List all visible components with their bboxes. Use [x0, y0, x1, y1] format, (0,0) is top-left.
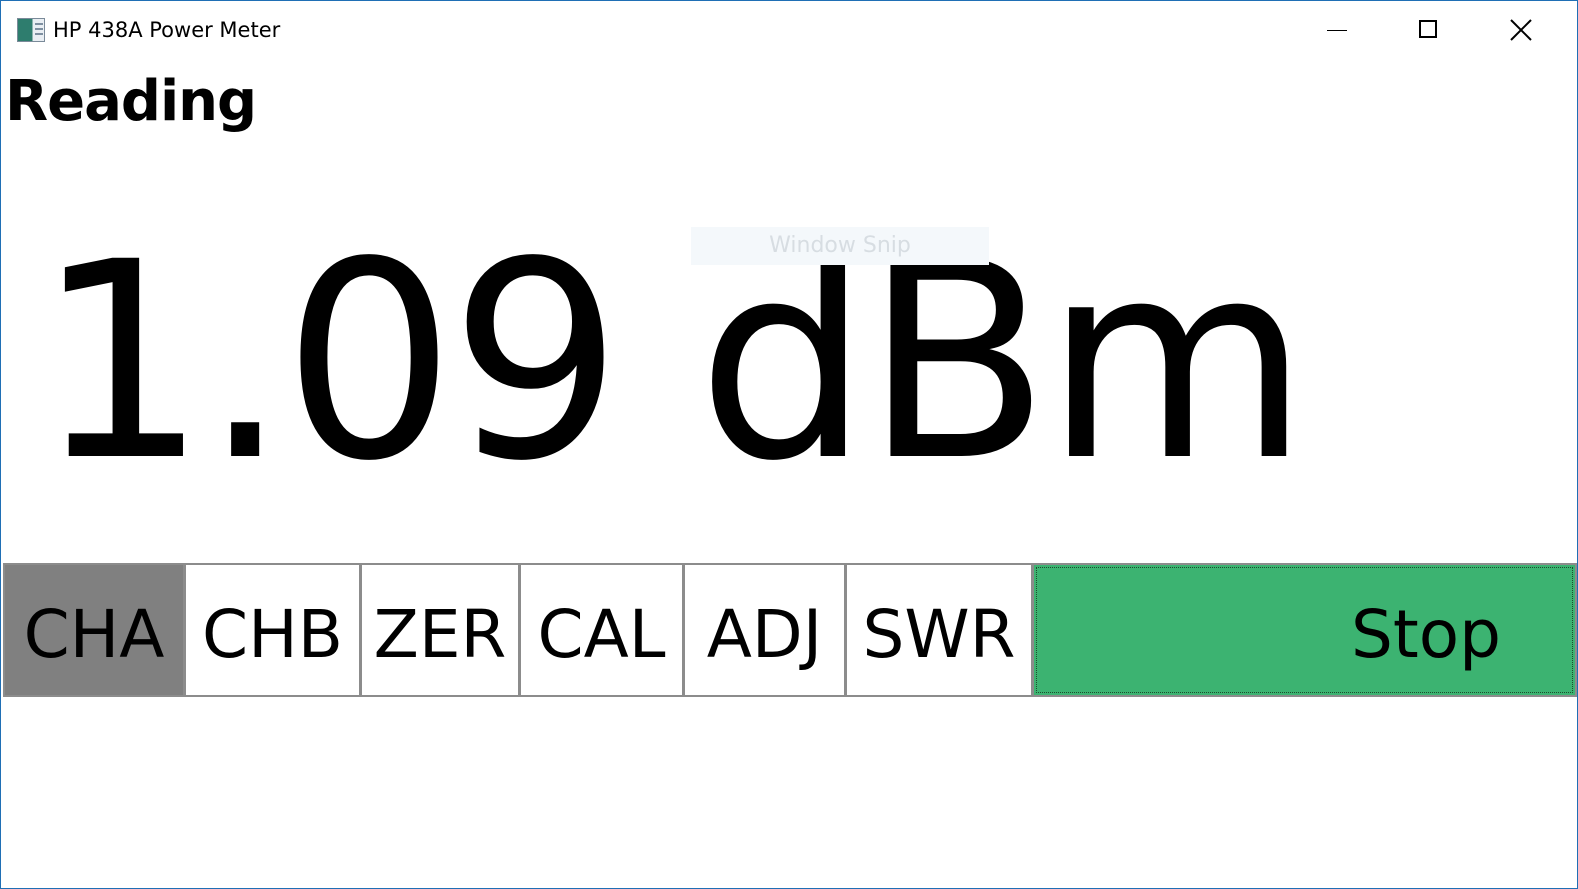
stop-button[interactable]: Stop	[1032, 563, 1577, 697]
window-snip-overlay: Window Snip	[691, 227, 989, 265]
title-bar[interactable]: HP 438A Power Meter	[1, 1, 1577, 59]
zero-button[interactable]: ZER	[360, 563, 520, 697]
reading-heading: Reading	[5, 69, 257, 134]
window-title: HP 438A Power Meter	[53, 18, 281, 42]
power-reading-display: 1.09 dBm	[35, 205, 1309, 521]
maximize-icon[interactable]	[1383, 1, 1475, 59]
channel-a-button[interactable]: CHA	[3, 563, 185, 697]
calibrate-button[interactable]: CAL	[519, 563, 684, 697]
app-icon[interactable]	[17, 18, 45, 42]
channel-b-button[interactable]: CHB	[184, 563, 361, 697]
close-icon[interactable]	[1475, 1, 1567, 59]
adjust-button[interactable]: ADJ	[683, 563, 846, 697]
button-bar: CHA CHB ZER CAL ADJ SWR Stop	[1, 563, 1577, 699]
swr-button[interactable]: SWR	[845, 563, 1033, 697]
app-window: HP 438A Power Meter Reading 1.09 dBm Win…	[0, 0, 1578, 889]
minimize-icon[interactable]	[1291, 1, 1383, 59]
